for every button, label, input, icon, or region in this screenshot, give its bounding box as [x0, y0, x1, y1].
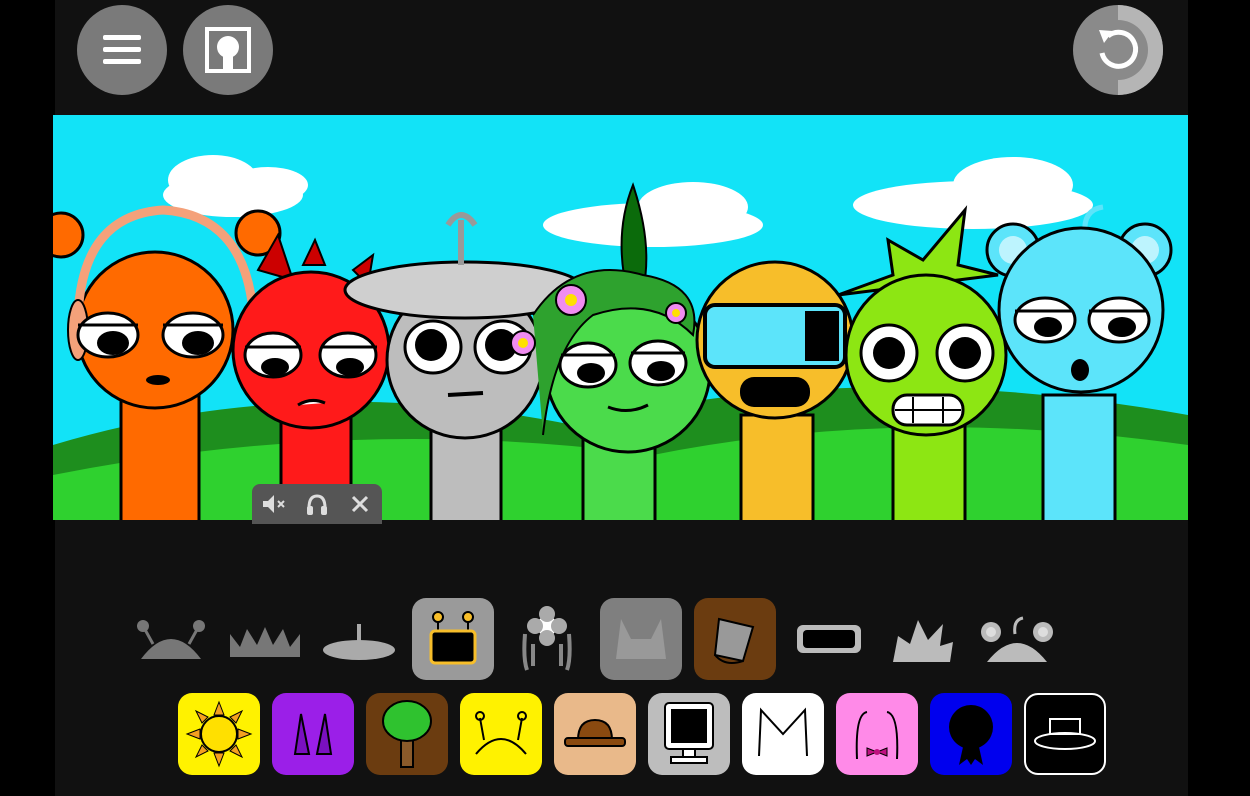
palette-pink-bow[interactable]: [836, 693, 918, 775]
palette-row-1: [130, 598, 1070, 680]
palette-visor[interactable]: [788, 598, 870, 680]
portrait-frame-icon: [205, 27, 251, 73]
mute-icon[interactable]: [259, 489, 289, 519]
palette-yellow-antennae[interactable]: [460, 693, 542, 775]
palette-black-hat[interactable]: [1024, 693, 1106, 775]
reset-button[interactable]: [1073, 5, 1163, 95]
refresh-icon: [1088, 5, 1163, 95]
palette-bucket[interactable]: [694, 598, 776, 680]
palette-robot-monitor[interactable]: [412, 598, 494, 680]
menu-button[interactable]: [77, 5, 167, 95]
character-controls: [252, 484, 382, 524]
palette-bear-ears[interactable]: [976, 598, 1058, 680]
palette-computer[interactable]: [648, 693, 730, 775]
photo-button[interactable]: [183, 5, 273, 95]
palette-dish-hat[interactable]: [318, 598, 400, 680]
palette-spiky-crown[interactable]: [224, 598, 306, 680]
stage-scene: [53, 115, 1188, 520]
palette-tree[interactable]: [366, 693, 448, 775]
palette-cat-ears[interactable]: [600, 598, 682, 680]
palette-brown-hat[interactable]: [554, 693, 636, 775]
palette-antenna-bumps[interactable]: [130, 598, 212, 680]
palette-white-cat[interactable]: [742, 693, 824, 775]
palette-flower-head[interactable]: [506, 598, 588, 680]
palette-black-medal[interactable]: [930, 693, 1012, 775]
palette-grass-tuft[interactable]: [882, 598, 964, 680]
palette-sun[interactable]: [178, 693, 260, 775]
hamburger-icon: [103, 35, 141, 64]
palette-row-2: [178, 693, 1118, 775]
close-icon[interactable]: [345, 489, 375, 519]
headphones-icon[interactable]: [302, 489, 332, 519]
palette-purple-horns[interactable]: [272, 693, 354, 775]
